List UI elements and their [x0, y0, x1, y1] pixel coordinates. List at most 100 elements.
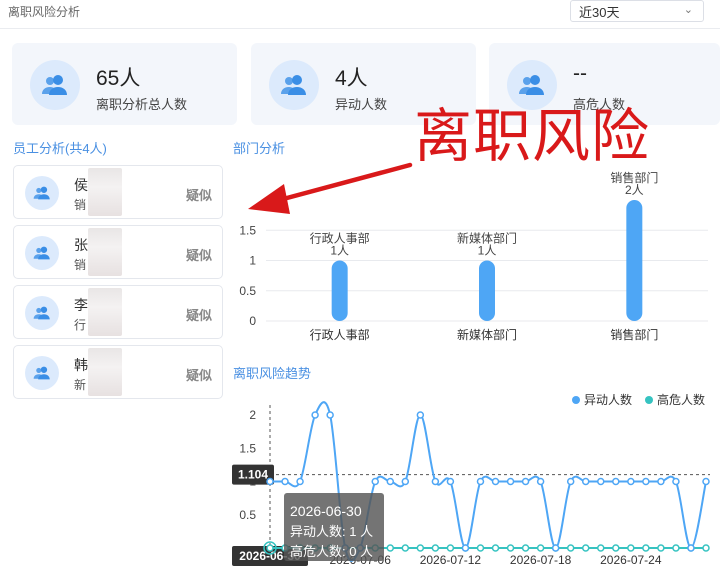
bar: [479, 260, 495, 321]
data-point-changed: [612, 477, 620, 486]
data-point-high-risk: [642, 544, 650, 552]
redaction-blur: [88, 288, 122, 336]
data-point-changed: [386, 477, 395, 486]
employee-name: 李: [74, 297, 88, 313]
employees-section-title: 员工分析(共4人): [13, 141, 107, 156]
data-point-high-risk: [702, 544, 710, 552]
user-avatar-icon: [25, 176, 59, 210]
risk-tag: 疑似: [185, 308, 212, 323]
x-tick-label: 销售部门: [610, 327, 658, 342]
header-divider: [0, 28, 720, 29]
y-tick-label: 0.5: [239, 284, 256, 298]
user-avatar-icon: [25, 236, 59, 270]
legend-label: 高危人数: [657, 392, 705, 407]
data-point-changed: [476, 477, 485, 486]
stat-label: 离职分析总人数: [96, 97, 188, 112]
bar-value-label: 1人: [330, 244, 349, 258]
data-point-changed: [687, 544, 695, 552]
y-tick-label: 0: [249, 314, 256, 328]
data-point-high-risk: [536, 544, 545, 552]
employee-dept: 销: [74, 258, 87, 272]
data-point-changed: [281, 477, 289, 486]
x-tick-label: 2026-07-24: [600, 553, 662, 567]
bar-value-label: 1人: [478, 244, 497, 258]
employee-dept: 新: [74, 378, 87, 392]
employee-card[interactable]: 李 行 疑似: [13, 285, 223, 339]
data-point-high-risk: [521, 544, 530, 552]
data-point-high-risk: [627, 544, 635, 552]
bar: [626, 200, 643, 321]
data-point-changed: [672, 477, 680, 486]
data-point-changed: [566, 477, 575, 486]
data-point-changed: [536, 477, 545, 486]
x-tick-label: 行政人事部: [310, 327, 370, 342]
y-tick-label: 2: [249, 408, 256, 422]
employee-dept: 销: [74, 198, 87, 212]
data-point-changed: [581, 477, 590, 486]
data-point-changed: [702, 477, 710, 486]
redaction-blur: [88, 228, 122, 276]
data-point-high-risk: [506, 544, 515, 552]
bar-value-label: 2人: [625, 183, 644, 197]
users-icon: [269, 60, 319, 110]
page-title: 离职风险分析: [8, 5, 81, 19]
x-tick-label: 2026-07-18: [510, 553, 572, 567]
data-point-changed: [521, 477, 530, 486]
data-point-high-risk: [491, 544, 500, 552]
data-point-high-risk: [431, 544, 440, 552]
annotation-text: 离职风险: [414, 104, 651, 169]
employee-card[interactable]: 韩 新 疑似: [13, 345, 223, 399]
data-point-changed: [491, 477, 500, 486]
risk-tag: 疑似: [185, 188, 212, 203]
data-point-high-risk: [612, 544, 620, 552]
stat-value: 4人: [335, 67, 368, 90]
employee-name: 张: [74, 237, 88, 253]
data-point-changed: [431, 477, 440, 486]
data-point-changed: [627, 477, 635, 486]
data-point-high-risk: [657, 544, 665, 552]
data-point-high-risk: [581, 544, 590, 552]
employee-card[interactable]: 张 销 疑似: [13, 225, 223, 279]
annotation-arrow: [248, 162, 413, 214]
risk-tag: 疑似: [185, 248, 212, 263]
legend-marker: [572, 396, 580, 404]
data-point-high-risk: [386, 544, 395, 552]
data-point-high-risk: [416, 544, 425, 552]
data-point-changed: [266, 477, 274, 486]
data-point-high-risk: [266, 544, 274, 552]
data-point-changed: [296, 477, 304, 486]
risk-tag: 疑似: [185, 368, 212, 383]
data-point-changed: [461, 544, 470, 552]
tooltip-date: 2026-06-30: [290, 503, 362, 519]
data-point-changed: [326, 411, 334, 419]
y-tick-label: 1: [249, 254, 256, 268]
bar: [331, 260, 348, 321]
data-point-changed: [446, 477, 455, 486]
employee-name: 韩: [74, 357, 88, 373]
user-avatar-icon: [25, 356, 59, 390]
redaction-blur: [88, 348, 122, 396]
data-point-high-risk: [401, 544, 410, 552]
data-point-high-risk: [476, 544, 485, 552]
date-range-select[interactable]: 近30天 ⌄: [570, 0, 704, 22]
users-icon: [30, 60, 80, 110]
data-point-changed: [551, 544, 560, 552]
tooltip-line: 异动人数: 1 人: [290, 524, 373, 539]
user-avatar-icon: [25, 296, 59, 330]
stat-value: --: [573, 62, 587, 85]
x-tick-label: 2026-07-12: [420, 553, 482, 567]
date-range-value: 近30天: [579, 5, 620, 20]
legend-marker: [645, 396, 653, 404]
employee-card[interactable]: 侯 销 疑似: [13, 165, 223, 219]
y-tick-label: 0.5: [239, 508, 256, 522]
users-icon: [507, 60, 557, 110]
crosshair-y-value: 1.104: [238, 468, 268, 482]
data-point-changed: [642, 477, 650, 486]
stat-card-total: 65人 离职分析总人数: [12, 43, 237, 125]
data-point-changed: [416, 411, 425, 419]
stat-label: 异动人数: [335, 97, 388, 112]
x-tick-label: 新媒体部门: [457, 327, 517, 342]
data-point-changed: [311, 411, 319, 419]
tooltip-line: 高危人数: 0 人: [290, 544, 373, 559]
employee-name: 侯: [74, 177, 88, 193]
